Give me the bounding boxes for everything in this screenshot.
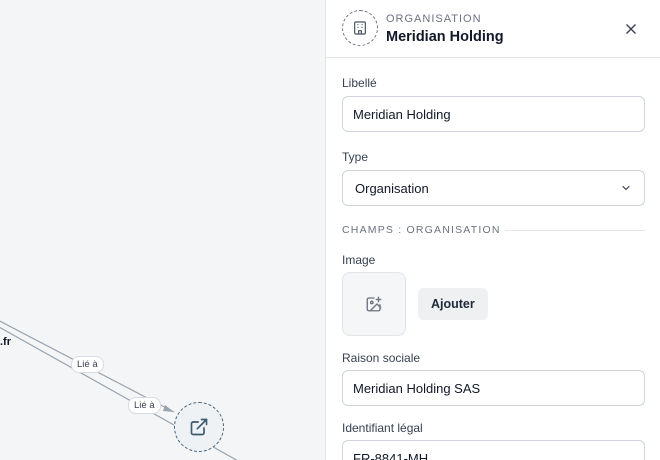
raison-sociale-value: Meridian Holding SAS (353, 380, 481, 396)
raison-sociale-label: Raison sociale (342, 351, 421, 365)
divider-line (504, 229, 645, 231)
panel-header: ORGANISATION Meridian Holding (326, 0, 660, 58)
libelle-value: Meridian Holding (353, 106, 451, 122)
chevron-down-icon (622, 185, 630, 191)
type-label: Type (342, 150, 369, 164)
edge-label[interactable]: Lié à (128, 397, 161, 414)
image-plus-icon (366, 296, 382, 312)
close-button[interactable] (621, 19, 641, 39)
graph-canvas[interactable]: .fr Lié à Lié à (0, 0, 325, 460)
identifiant-legal-value: FR-8841-MH (353, 450, 429, 460)
graph-edges (0, 320, 238, 460)
entity-type-kicker: ORGANISATION (386, 13, 482, 25)
section-divider: CHAMPS : ORGANISATION (342, 224, 645, 236)
image-placeholder[interactable] (342, 272, 406, 336)
libelle-label: Libellé (342, 76, 377, 90)
type-value: Organisation (355, 180, 429, 196)
close-icon (626, 24, 636, 34)
identifiant-legal-input[interactable]: FR-8841-MH (342, 440, 645, 460)
details-panel: ORGANISATION Meridian Holding Libellé Me… (325, 0, 660, 460)
edge-arrowhead (163, 405, 174, 412)
edge-label[interactable]: Lié à (71, 356, 104, 373)
section-title: CHAMPS : ORGANISATION (342, 224, 501, 236)
libelle-input[interactable]: Meridian Holding (342, 96, 645, 132)
node-label[interactable]: .fr (0, 336, 11, 348)
external-link-icon (190, 418, 208, 436)
image-label: Image (342, 253, 376, 267)
external-link-node[interactable] (174, 402, 224, 452)
identifiant-legal-label: Identifiant légal (342, 421, 423, 435)
type-select[interactable]: Organisation (342, 170, 645, 206)
panel-title: Meridian Holding (386, 29, 504, 45)
add-image-button[interactable]: Ajouter (418, 288, 488, 320)
raison-sociale-input[interactable]: Meridian Holding SAS (342, 370, 645, 406)
building-icon (342, 10, 378, 46)
